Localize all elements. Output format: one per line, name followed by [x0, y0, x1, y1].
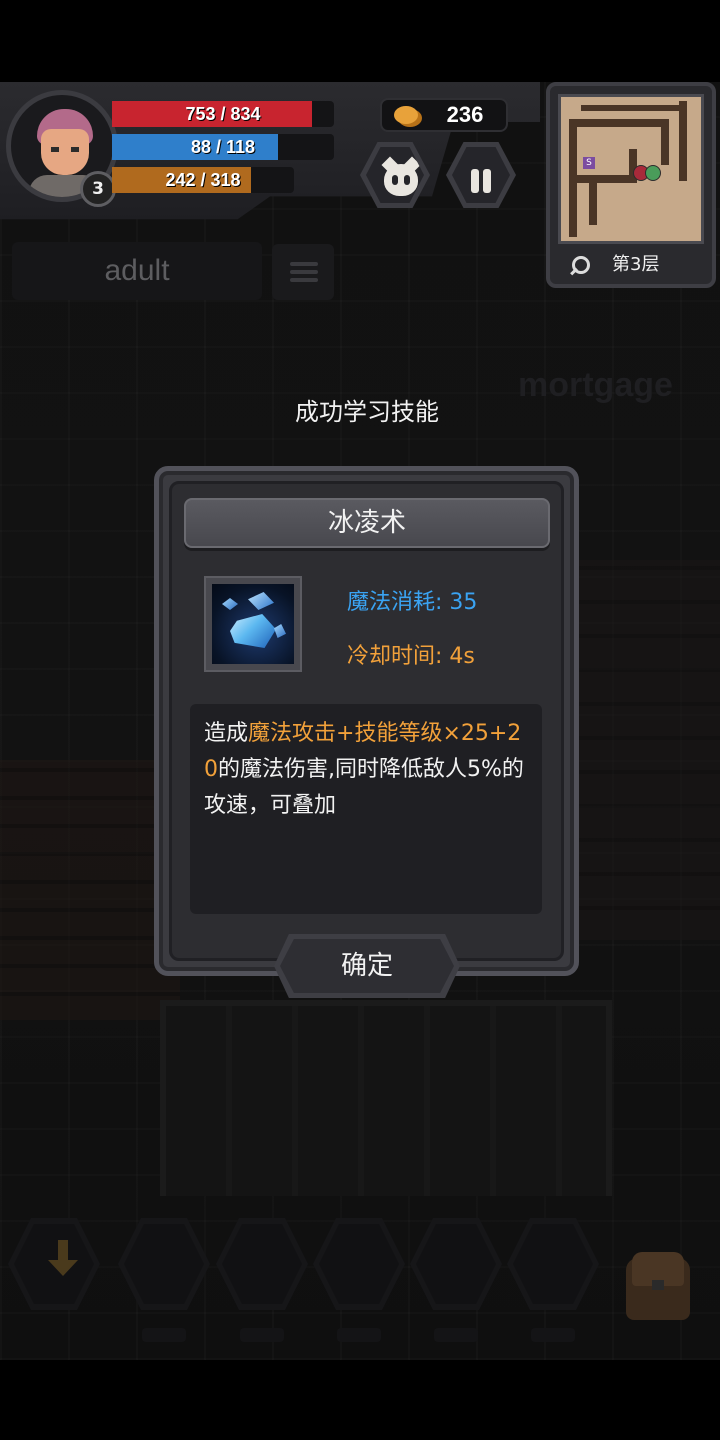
backpack-button[interactable]: [618, 1244, 698, 1324]
avatar-face: [41, 129, 89, 175]
drop-button-inner: [14, 1224, 94, 1304]
skill-slot-inner: [416, 1224, 496, 1304]
ice-crystal: [230, 614, 276, 648]
pet-button-inner: [366, 147, 424, 203]
ice-fragment: [274, 624, 286, 638]
list-line: [290, 262, 318, 266]
description-text: 造成: [204, 721, 249, 746]
gold-counter: 236: [380, 98, 508, 132]
hp-bar: 753 / 834: [112, 101, 334, 127]
pause-button-inner: [452, 147, 510, 203]
skill-slot-inner: [124, 1224, 204, 1304]
arrow-head: [48, 1260, 78, 1276]
background-brick-wall-right: [560, 560, 720, 940]
slot-tab: [240, 1328, 284, 1342]
stairs-marker: S: [583, 157, 595, 169]
arrow-shaft: [58, 1240, 68, 1262]
level-badge: 3: [80, 171, 116, 207]
minimap-wall: [569, 175, 629, 183]
skill-slot-inner: [513, 1224, 593, 1304]
cooldown: 冷却时间: 4s: [347, 644, 475, 669]
avatar-eye: [51, 147, 59, 152]
gold-value: 236: [446, 102, 484, 127]
list-icon: [272, 244, 334, 300]
skill-slot-inner: [319, 1224, 399, 1304]
confirm-label: 确定: [280, 939, 454, 993]
background-arch: [160, 1000, 612, 1196]
skill-slot-inner: [222, 1224, 302, 1304]
slot-tab: [142, 1328, 186, 1342]
background-brick-wall: [0, 760, 180, 1020]
skill-name: 冰凌术: [184, 498, 550, 548]
description-text: 的魔法伤害,同时降低敌人5%的攻速，可叠加: [204, 757, 524, 818]
pet-eye: [392, 175, 398, 185]
hp-text: 753 / 834: [185, 104, 261, 124]
minimap-map[interactable]: S: [558, 94, 704, 244]
avatar-eye: [71, 147, 79, 152]
minimap-wall: [661, 119, 669, 165]
minimap-wall: [581, 105, 687, 111]
exp-text: 242 / 318: [165, 170, 241, 190]
ice-fragment: [222, 598, 238, 610]
ice-fragment: [248, 592, 274, 610]
slot-tab: [531, 1328, 575, 1342]
backpack-clasp: [652, 1280, 664, 1290]
list-line: [290, 278, 318, 282]
game-screen: 3 753 / 834 88 / 118 242 / 318 236 S 第3层…: [0, 0, 720, 1440]
pet-marker: [645, 165, 661, 181]
minimap-wall: [589, 183, 597, 225]
skill-description: 造成魔法攻击+技能等级×25+20的魔法伤害,同时降低敌人5%的攻速，可叠加: [190, 704, 542, 914]
exp-bar: 242 / 318: [112, 167, 294, 193]
mp-text: 88 / 118: [190, 137, 256, 157]
floor-label: 第3层: [612, 254, 660, 275]
pet-head: [384, 164, 418, 196]
minimap[interactable]: S 第3层: [546, 82, 716, 288]
ice-shard-icon: [212, 584, 294, 664]
mana-cost: 魔法消耗: 35: [347, 590, 478, 615]
minimap-wall: [569, 119, 669, 127]
slot-tab: [434, 1328, 478, 1342]
confirm-button[interactable]: 确定: [274, 934, 460, 998]
learn-success-message: 成功学习技能: [295, 398, 439, 426]
faded-word-adult: adult: [104, 254, 170, 287]
gold-coin-icon: [394, 106, 418, 124]
pet-eye: [404, 175, 410, 185]
mp-bar: 88 / 118: [112, 134, 334, 160]
pause-bar: [471, 169, 479, 193]
list-line: [290, 270, 318, 274]
pause-bar: [483, 169, 491, 193]
floor-indicator[interactable]: 第3层: [558, 250, 704, 280]
skill-icon-frame: [204, 576, 302, 672]
slot-tab: [337, 1328, 381, 1342]
faded-input-box: adult: [12, 242, 262, 300]
minimap-wall: [679, 101, 687, 181]
